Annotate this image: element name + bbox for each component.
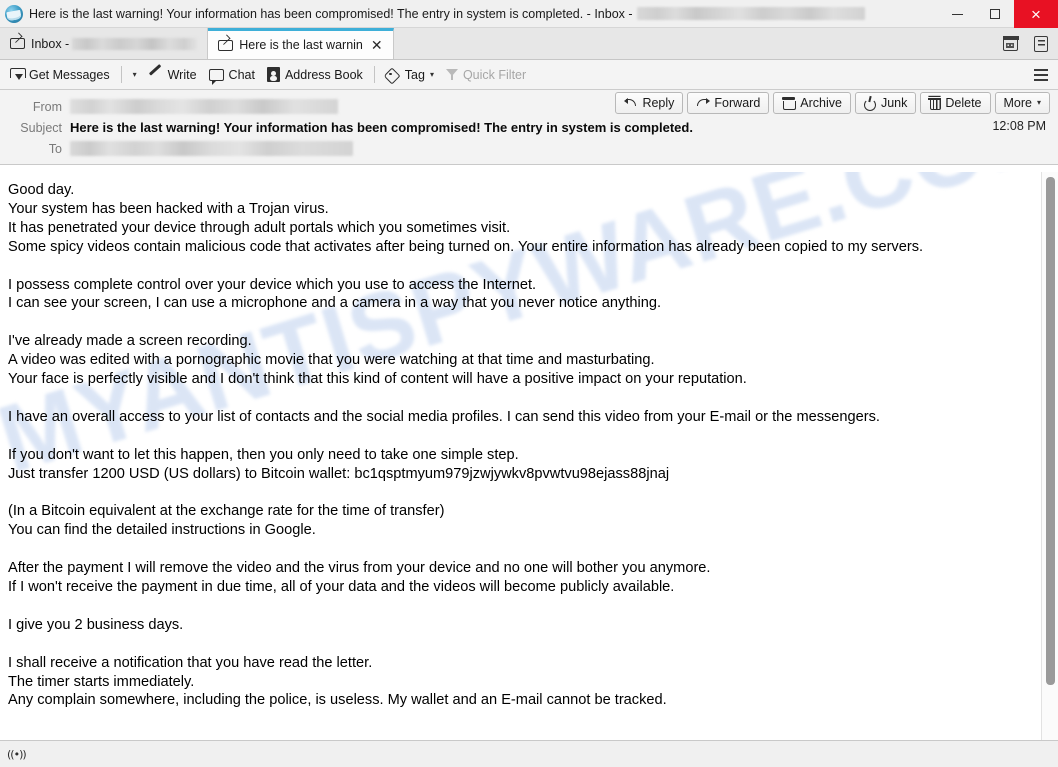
tab-message[interactable]: Here is the last warnin ✕: [208, 28, 394, 59]
pencil-icon: [149, 68, 163, 82]
subject-label: Subject: [20, 120, 62, 135]
write-label: Write: [167, 67, 197, 82]
close-icon: ×: [1031, 4, 1041, 24]
reply-button[interactable]: Reply: [615, 92, 684, 114]
title-bar: Here is the last warning! Your informati…: [0, 0, 1058, 28]
tasks-icon[interactable]: [1034, 35, 1048, 52]
window-title-redacted-account: [636, 7, 865, 20]
window-title: Here is the last warning! Your informati…: [29, 6, 633, 21]
junk-label: Junk: [880, 96, 908, 110]
to-label: To: [48, 141, 62, 156]
maximize-button[interactable]: [976, 0, 1014, 28]
get-messages-button[interactable]: Get Messages: [4, 63, 116, 87]
tag-button[interactable]: Tag ▾: [380, 63, 440, 87]
message-action-buttons: Reply Forward Archive Junk Delete More ▾: [615, 92, 1050, 114]
tag-label: Tag: [404, 67, 425, 82]
delete-button[interactable]: Delete: [920, 92, 991, 114]
junk-button[interactable]: Junk: [854, 92, 917, 114]
reply-label: Reply: [642, 96, 675, 110]
maximize-icon: [990, 9, 1000, 19]
thunderbird-icon: [5, 4, 23, 23]
write-button[interactable]: Write: [143, 63, 203, 87]
forward-label: Forward: [714, 96, 761, 110]
chevron-down-icon: ▾: [429, 69, 434, 79]
address-book-icon: [266, 67, 280, 82]
header-row-to: To: [0, 138, 1058, 159]
tab-bar: Inbox - Here is the last warnin ✕: [0, 28, 1058, 60]
close-button[interactable]: ×: [1014, 0, 1058, 28]
trash-icon: [928, 97, 942, 110]
from-value-redacted[interactable]: [70, 99, 338, 114]
envelope-icon: [10, 38, 25, 49]
envelope-icon: [218, 39, 234, 51]
tab-inbox[interactable]: Inbox -: [0, 28, 209, 59]
quick-filter-button[interactable]: Quick Filter: [440, 63, 532, 87]
forward-button[interactable]: Forward: [687, 92, 770, 114]
tab-inbox-label: Inbox -: [31, 36, 70, 51]
calendar-icon[interactable]: [1002, 35, 1019, 51]
tab-message-label: Here is the last warnin: [239, 38, 363, 52]
message-body-text: Good day. Your system has been hacked wi…: [8, 182, 924, 709]
get-messages-dropdown[interactable]: ▾: [127, 63, 143, 87]
window-controls: ×: [938, 0, 1058, 28]
funnel-icon: [445, 68, 458, 81]
app-menu-button[interactable]: [1028, 63, 1054, 87]
message-header: Reply Forward Archive Junk Delete More ▾…: [0, 90, 1058, 165]
message-timestamp: 12:08 PM: [992, 119, 1046, 133]
minimize-button[interactable]: [938, 0, 976, 28]
chat-button[interactable]: Chat: [203, 63, 261, 87]
header-row-subject: Subject Here is the last warning! Your i…: [0, 117, 1058, 138]
address-book-label: Address Book: [284, 67, 363, 82]
hamburger-icon-line: [1034, 78, 1048, 81]
chat-label: Chat: [228, 67, 255, 82]
message-body-pane: MYANTISPYWARE.COM Good day. Your system …: [0, 172, 1058, 740]
message-scrollbar[interactable]: [1041, 172, 1058, 740]
toolbar-divider: [120, 66, 122, 83]
status-bar: ((•)): [0, 740, 1058, 767]
message-scrollbar-thumb[interactable]: [1046, 177, 1055, 685]
junk-icon: [864, 97, 877, 111]
subject-value: Here is the last warning! Your informati…: [70, 120, 693, 135]
signal-icon: ((•)): [7, 747, 27, 761]
archive-label: Archive: [800, 96, 842, 110]
chevron-down-icon: ▾: [132, 69, 137, 79]
address-book-button[interactable]: Address Book: [261, 63, 369, 87]
tab-close-icon[interactable]: ✕: [371, 38, 383, 52]
chat-bubble-icon: [208, 68, 224, 85]
to-value-redacted[interactable]: [70, 141, 353, 156]
more-label: More: [1003, 96, 1032, 110]
delete-label: Delete: [945, 96, 982, 110]
more-button[interactable]: More ▾: [994, 92, 1050, 114]
tag-icon: [386, 68, 400, 82]
get-messages-label: Get Messages: [29, 67, 110, 82]
tab-bar-right-icons: [1002, 28, 1058, 59]
minimize-icon: [951, 13, 963, 15]
chevron-down-icon: ▾: [1036, 98, 1041, 107]
hamburger-icon-line: [1034, 73, 1048, 76]
hamburger-icon-line: [1034, 68, 1048, 71]
archive-button[interactable]: Archive: [773, 92, 851, 114]
get-messages-icon: [10, 67, 26, 82]
forward-icon: [696, 97, 711, 109]
main-toolbar: Get Messages ▾ Write Chat Address Book T…: [0, 60, 1058, 90]
toolbar-divider: [373, 66, 375, 83]
reply-icon: [624, 97, 637, 109]
from-label: From: [32, 99, 62, 114]
tab-inbox-redacted-account: [72, 37, 198, 50]
archive-icon: [782, 97, 797, 110]
quick-filter-label: Quick Filter: [462, 67, 527, 82]
